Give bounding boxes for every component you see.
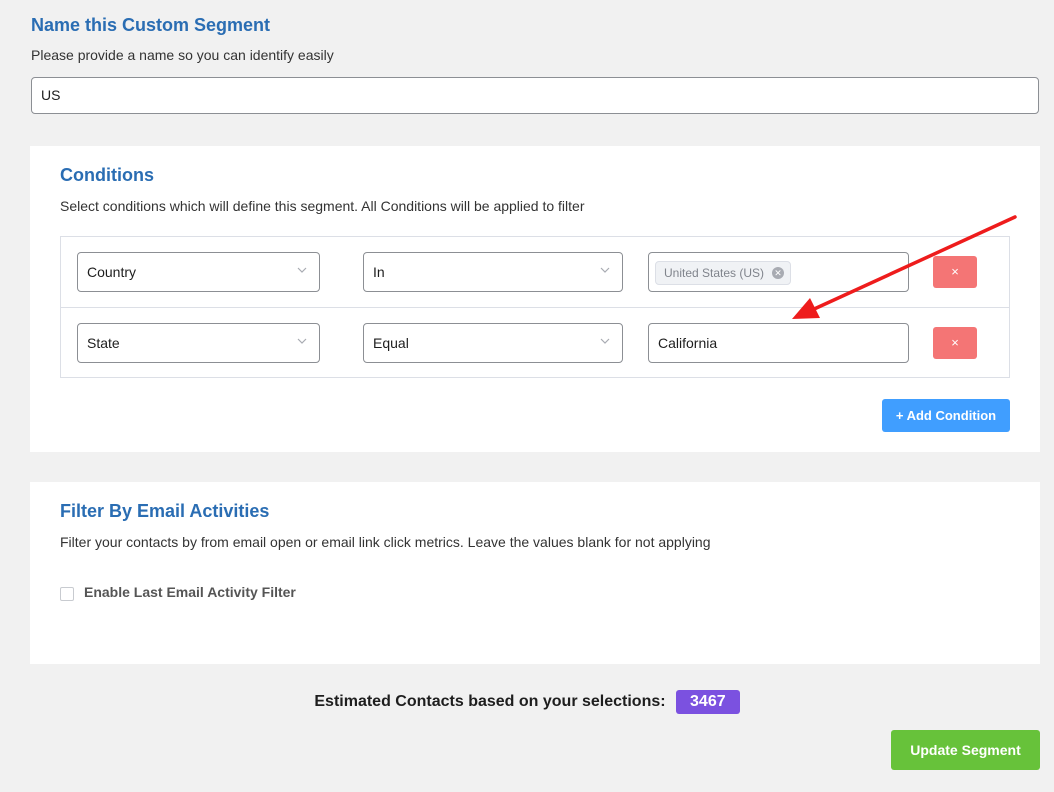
- condition-row: Country In United States (US) ✕ ×: [61, 237, 1009, 308]
- segment-name-heading: Name this Custom Segment: [31, 15, 271, 35]
- tag-close-icon[interactable]: ✕: [772, 267, 785, 279]
- email-activities-heading: Filter By Email Activities: [60, 501, 270, 521]
- last-activity-checkbox-label[interactable]: Enable Last Email Activity Filter: [84, 584, 296, 600]
- condition-operator-value: Equal: [373, 335, 409, 351]
- estimated-contacts-badge: 3467: [676, 690, 740, 714]
- condition-value-input[interactable]: California: [648, 323, 909, 363]
- condition-operator-select[interactable]: Equal: [363, 323, 623, 363]
- condition-operator-value: In: [373, 264, 385, 280]
- segment-name-description: Please provide a name so you can identif…: [31, 47, 334, 63]
- conditions-heading: Conditions: [60, 165, 154, 185]
- chevron-down-icon: [600, 267, 610, 273]
- conditions-table: Country In United States (US) ✕ × State: [60, 236, 1010, 378]
- email-activities-description: Filter your contacts by from email open …: [60, 534, 711, 550]
- chevron-down-icon: [297, 267, 307, 273]
- condition-field-value: State: [87, 335, 120, 351]
- condition-field-select[interactable]: State: [77, 323, 320, 363]
- estimated-contacts-label: Estimated Contacts based on your selecti…: [314, 693, 666, 710]
- chevron-down-icon: [297, 338, 307, 344]
- condition-field-value: Country: [87, 264, 137, 280]
- condition-operator-select[interactable]: In: [363, 252, 623, 292]
- conditions-description: Select conditions which will define this…: [60, 198, 585, 214]
- condition-field-select[interactable]: Country: [77, 252, 320, 292]
- estimated-contacts: Estimated Contacts based on your selecti…: [0, 690, 1054, 714]
- email-activities-card: Filter By Email Activities Filter your c…: [30, 482, 1040, 664]
- condition-row: State Equal California ×: [61, 308, 1009, 378]
- delete-condition-button[interactable]: ×: [933, 327, 977, 359]
- add-condition-button[interactable]: + Add Condition: [882, 399, 1010, 432]
- last-activity-checkbox[interactable]: [60, 587, 74, 601]
- segment-name-input[interactable]: US: [31, 77, 1039, 114]
- delete-condition-button[interactable]: ×: [933, 256, 977, 288]
- condition-value-multiselect[interactable]: United States (US) ✕: [648, 252, 909, 292]
- condition-value-tag-label: United States (US): [664, 266, 765, 280]
- chevron-down-icon: [600, 338, 610, 344]
- condition-value-tag: United States (US) ✕: [655, 261, 792, 285]
- conditions-card: Conditions Select conditions which will …: [30, 146, 1040, 452]
- condition-value-text: California: [658, 335, 718, 351]
- update-segment-button[interactable]: Update Segment: [891, 730, 1040, 770]
